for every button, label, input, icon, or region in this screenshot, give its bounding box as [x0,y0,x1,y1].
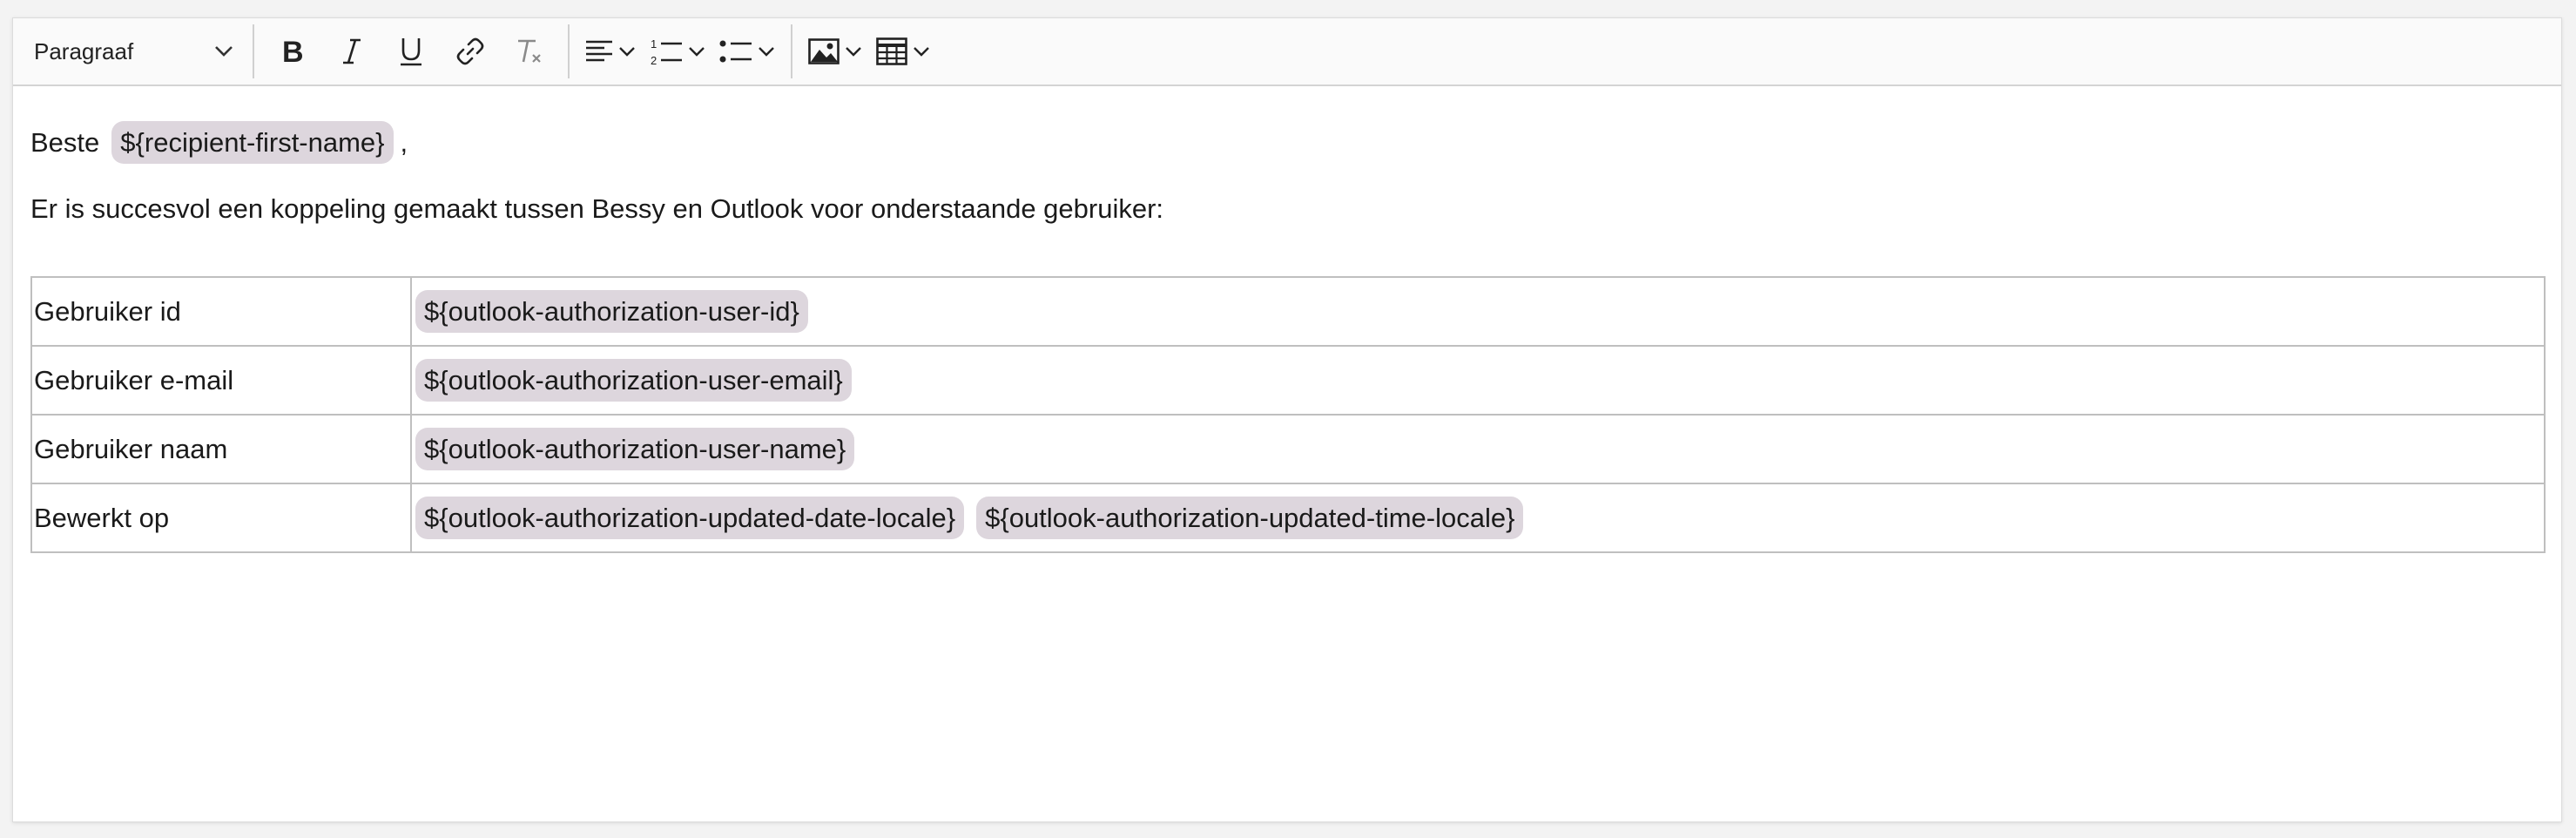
svg-text:B: B [282,37,304,65]
svg-text:2: 2 [651,54,657,66]
chevron-down-icon [619,47,635,57]
bold-button[interactable]: B [263,26,322,77]
clear-format-button[interactable] [500,26,559,77]
table-icon [876,37,907,65]
link-icon [456,37,484,65]
intro-paragraph: Er is succesvol een koppeling gemaakt tu… [30,193,1164,224]
recipient-first-name-placeholder[interactable]: ${recipient-first-name} [111,121,394,165]
row-value: ${outlook-authorization-user-name} [410,414,2546,484]
image-icon [808,38,840,64]
link-button[interactable] [441,26,500,77]
table-button[interactable] [869,26,937,77]
block-format-select[interactable]: Paragraaf [22,27,244,76]
row-label: Gebruiker naam [30,414,412,484]
user-details-table: Gebruiker id ${outlook-authorization-use… [30,276,2546,553]
bulleted-list-icon [719,40,752,63]
row-value: ${outlook-authorization-user-email} [410,345,2546,416]
table-row: Gebruiker id ${outlook-authorization-use… [30,276,2546,347]
rich-text-editor: Paragraaf B 12 Beste ${recipient-first-n… [12,17,2562,822]
greeting-paragraph: Beste ${recipient-first-name} , [30,121,408,165]
row-label: Bewerkt op [30,483,412,553]
bulleted-list-button[interactable] [712,26,782,77]
row-value: ${outlook-authorization-user-id} [410,276,2546,347]
editor-toolbar: Paragraaf B 12 [13,18,2561,86]
bold-icon: B [282,37,304,65]
table-row: Bewerkt op ${outlook-authorization-updat… [30,483,2546,553]
align-button[interactable] [578,26,643,77]
toolbar-separator [791,24,792,78]
greeting-comma: , [400,127,408,158]
chevron-down-icon [759,47,774,57]
table-row: Gebruiker naam ${outlook-authorization-u… [30,414,2546,484]
placeholder-chip[interactable]: ${outlook-authorization-updated-time-loc… [976,496,1524,540]
numbered-list-icon: 12 [651,37,682,66]
block-format-label: Paragraaf [34,37,134,64]
underline-button[interactable] [381,26,441,77]
numbered-list-button[interactable]: 12 [643,26,712,77]
greeting-text: Beste [30,127,100,158]
row-label: Gebruiker id [30,276,412,347]
table-row: Gebruiker e-mail ${outlook-authorization… [30,345,2546,416]
toolbar-separator [253,24,254,78]
align-left-icon [586,40,612,62]
chevron-down-icon [689,47,705,57]
row-value: ${outlook-authorization-updated-date-loc… [410,483,2546,553]
chevron-down-icon [846,47,861,57]
chevron-down-icon [914,47,929,57]
row-label: Gebruiker e-mail [30,345,412,416]
chevron-down-icon [215,46,233,57]
clear-format-icon [518,39,541,63]
italic-button[interactable] [322,26,381,77]
placeholder-chip[interactable]: ${outlook-authorization-user-name} [415,427,855,471]
toolbar-separator [568,24,570,78]
underline-icon [401,38,421,66]
placeholder-chip[interactable]: ${outlook-authorization-user-id} [415,289,808,334]
placeholder-chip[interactable]: ${outlook-authorization-updated-date-loc… [415,496,965,540]
italic-icon [343,38,361,64]
image-button[interactable] [801,26,869,77]
placeholder-chip[interactable]: ${outlook-authorization-user-email} [415,358,852,402]
svg-text:1: 1 [651,37,657,51]
